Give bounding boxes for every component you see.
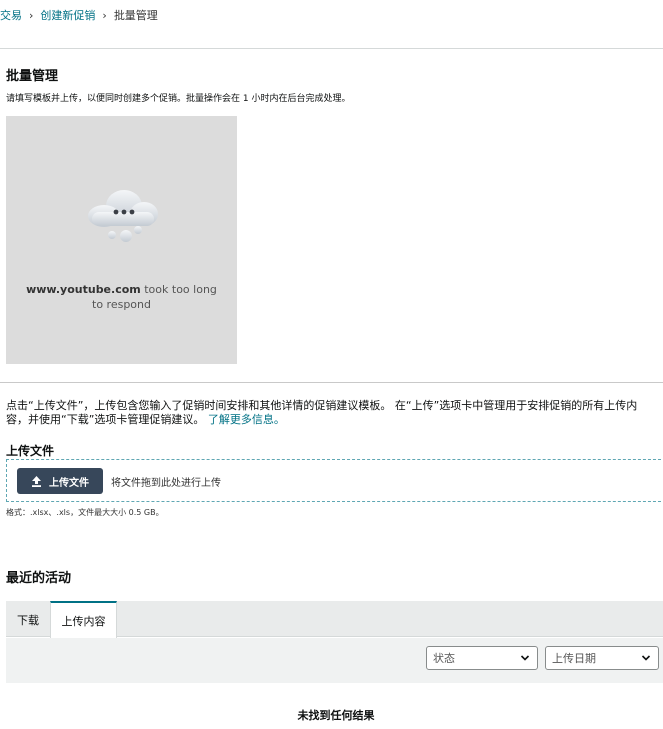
breadcrumb-link-create-promotion[interactable]: 创建新促销 [40,7,95,23]
header-divider [0,48,663,49]
tab-downloads[interactable]: 下载 [6,601,50,638]
page-description: 请填写模板并上传，以便同时创建多个促销。批量操作会在 1 小时内在后台完成处理。 [6,94,351,104]
video-error-message: www.youtube.com took too long to respond [6,282,237,312]
filter-bar: 状态 上传日期 [6,638,663,683]
activity-tabs: 下载 上传内容 [6,601,663,638]
breadcrumb-separator: › [102,8,107,22]
upload-file-label: 上传文件 [6,444,55,458]
file-dropzone[interactable]: 上传文件 将文件拖到此处进行上传 [6,459,663,502]
video-error-host: www.youtube.com [26,283,141,296]
section-divider [0,382,663,383]
cloud-error-icon [88,190,158,242]
page-title: 批量管理 [6,69,59,84]
upload-instructions: 点击“上传文件”，上传包含您输入了促销时间安排和其他详情的促销建议模板。 在“上… [6,399,658,427]
breadcrumb-separator: › [29,8,34,22]
upload-file-button[interactable]: 上传文件 [17,468,103,494]
tab-uploads[interactable]: 上传内容 [50,601,117,638]
upload-icon [32,475,41,487]
file-format-note: 格式：.xlsx、.xls，文件最大大小 0.5 GB。 [6,508,164,517]
breadcrumb-current: 批量管理 [113,9,158,22]
video-embed[interactable]: www.youtube.com took too long to respond [6,116,237,364]
upload-instructions-text: 点击“上传文件”，上传包含您输入了促销时间安排和其他详情的促销建议模板。 在“上… [6,399,638,426]
chevron-down-icon [520,655,530,661]
breadcrumb-link-deals[interactable]: 交易 [0,7,22,23]
learn-more-link[interactable]: 了解更多信息。 [208,413,285,426]
upload-date-select[interactable]: 上传日期 [545,646,659,670]
status-select-value: 状态 [433,652,455,665]
empty-results-message: 未找到任何结果 [297,709,375,722]
status-select[interactable]: 状态 [426,646,538,670]
upload-date-select-value: 上传日期 [552,652,596,665]
chevron-down-icon [641,655,651,661]
upload-file-button-label: 上传文件 [49,477,89,489]
recent-activity-title: 最近的活动 [6,571,72,586]
breadcrumb: 交易 › 创建新促销 › 批量管理 [0,7,158,23]
drop-hint: 将文件拖到此处进行上传 [111,478,221,489]
